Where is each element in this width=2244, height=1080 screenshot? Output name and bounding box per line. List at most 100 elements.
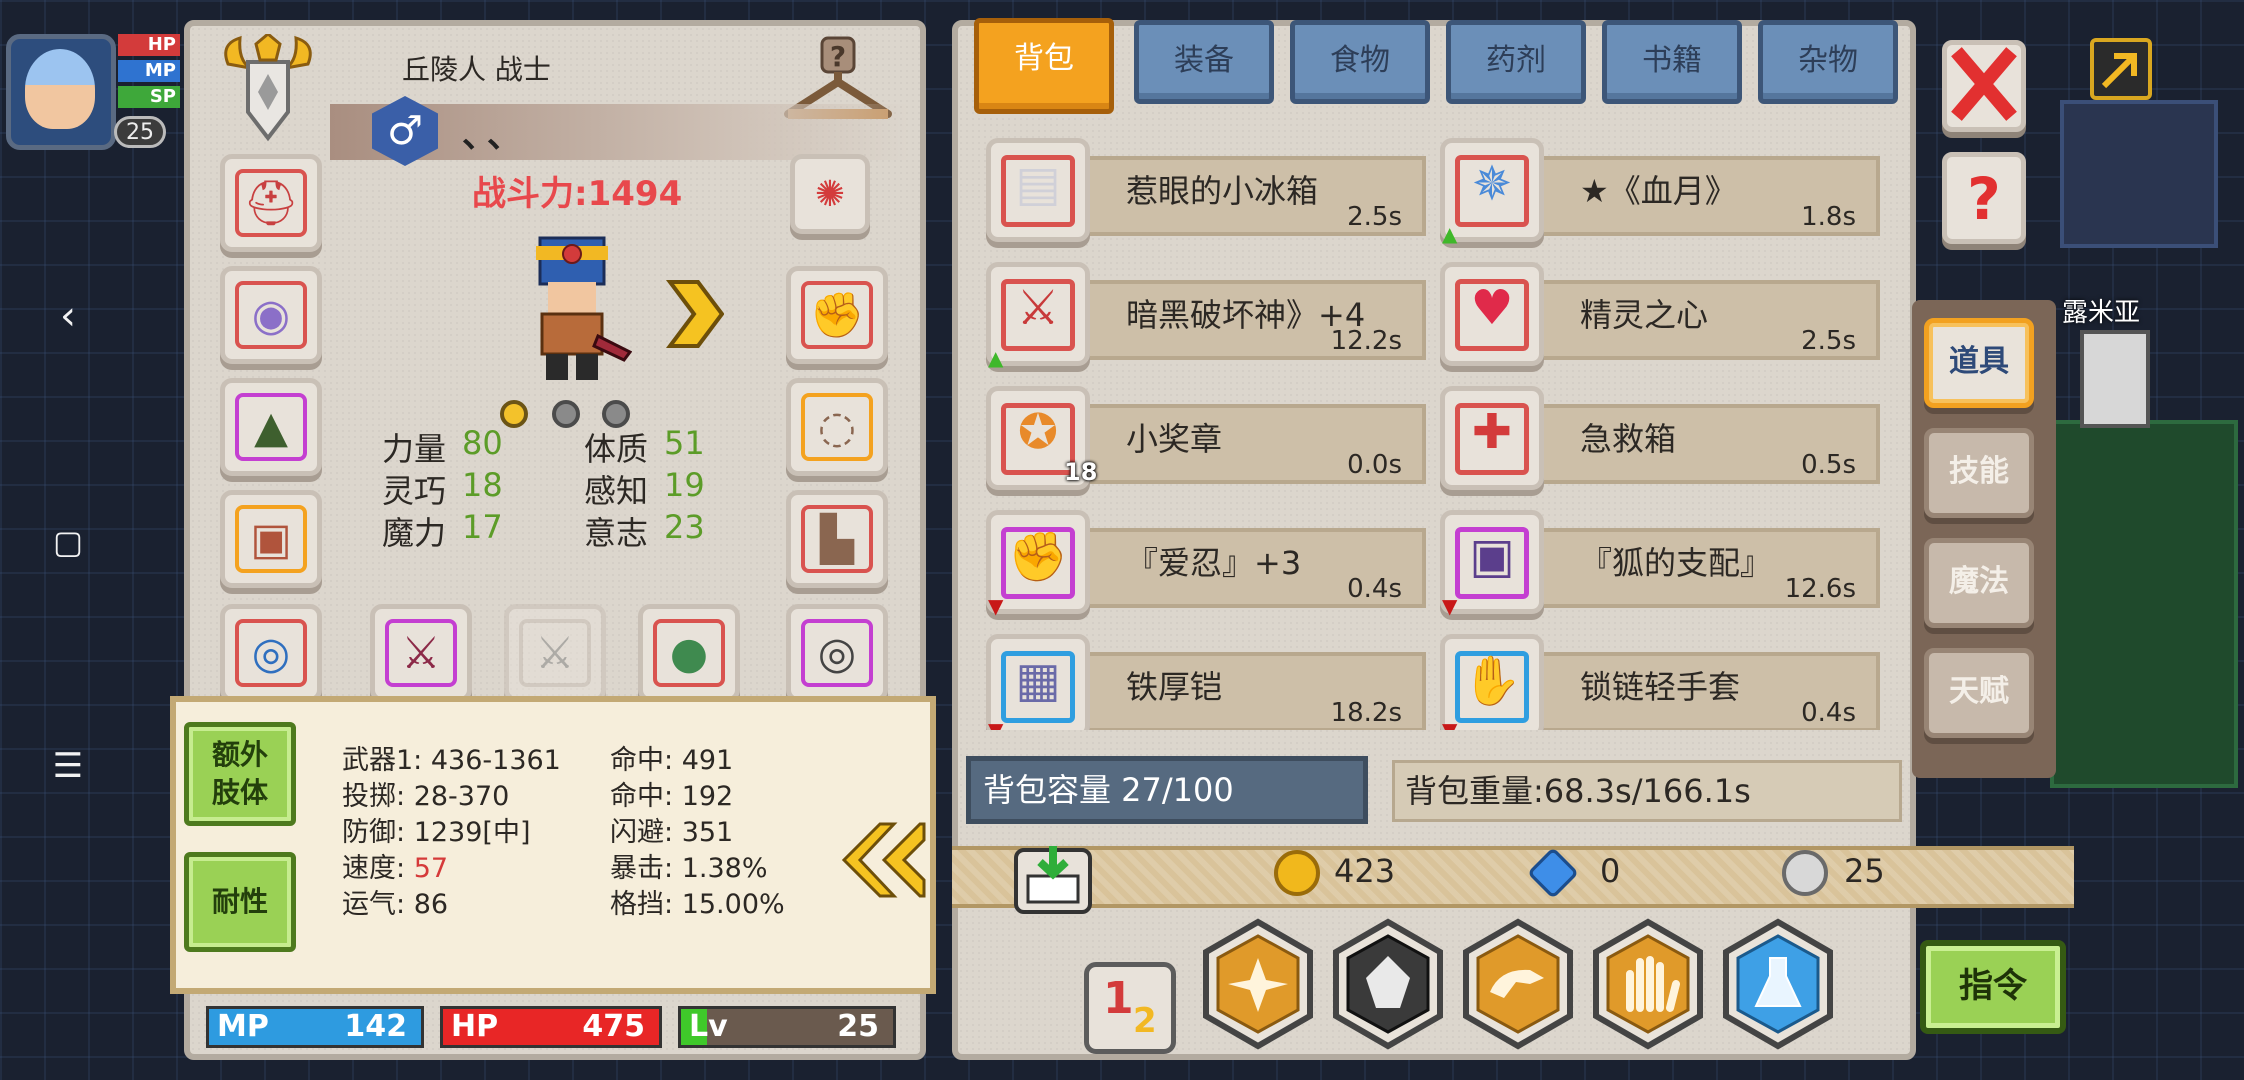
sword-icon: ⚔ (401, 627, 441, 679)
red-seal-icon: ✺ (814, 173, 846, 215)
bag-capacity: 背包容量 27/100 (966, 756, 1368, 824)
detail-label: 暴击: (610, 853, 674, 884)
equip-slot-gloves[interactable]: ✊ (786, 266, 888, 364)
item-name: 精灵之心 (1580, 296, 1709, 334)
storage-chest-icon[interactable] (1010, 842, 1096, 916)
menu-nav-icon[interactable]: ☰ (48, 746, 88, 786)
detail-value: 192 (681, 781, 734, 812)
equip-slot-cloak[interactable]: ▲ (220, 378, 322, 476)
item-time: 12.2s (1330, 326, 1402, 356)
detail-value-speed: 57 (413, 853, 449, 884)
player-portrait[interactable] (6, 34, 116, 150)
tab-equipment[interactable]: 装备 (1134, 20, 1274, 104)
downgrade-arrow-icon: ▼ (1442, 594, 1458, 618)
hp-bar: HP 475 (440, 1006, 662, 1048)
armor-skill-icon[interactable] (1330, 918, 1446, 1050)
hotbar-one-icon: 1 (1103, 973, 1134, 1024)
attr-constitution-value: 51 (664, 424, 705, 462)
item-time: 0.4s (1801, 698, 1856, 728)
equip-slot-belt[interactable]: ◌ (786, 378, 888, 476)
inventory-item[interactable]: ✪ 18 小奖章 0.0s (986, 386, 1426, 490)
tab-misc[interactable]: 杂物 (1758, 20, 1898, 104)
expand-arrow-icon (2101, 53, 2137, 89)
side-tab-talents[interactable]: 天赋 (1924, 648, 2034, 738)
mp-bar: MP 142 (206, 1006, 424, 1048)
item-time: 2.5s (1801, 326, 1856, 356)
detail-label: 格挡: (610, 889, 674, 920)
hp-bar-value: 475 (582, 1009, 645, 1044)
equip-slot-helmet[interactable]: ⛑ (220, 154, 322, 252)
home-nav-icon[interactable]: ▢ (48, 522, 88, 562)
item-name: 急救箱 (1580, 420, 1677, 458)
back-nav-icon[interactable]: ‹ (48, 296, 88, 336)
side-tab-items[interactable]: 道具 (1924, 318, 2034, 408)
boots-icon: ▙ (820, 513, 854, 565)
detail-label: 运气: (342, 889, 406, 920)
attr-will-label: 意志 (584, 514, 649, 552)
inventory-item[interactable]: ✊ ▼ 『爱忍』+3 0.4s (986, 510, 1426, 618)
inventory-item[interactable]: ⚔ ▲ 暗黑破坏神》+4 12.2s (986, 262, 1426, 370)
detail-line: 速度: 57 (342, 846, 448, 885)
next-arrow-icon[interactable] (664, 278, 724, 350)
equip-slot-emblem[interactable]: ✺ (790, 154, 870, 234)
inventory-item[interactable]: ✵ ▲ ★《血月》 1.8s (1440, 138, 1880, 246)
tab-books[interactable]: 书籍 (1602, 20, 1742, 104)
item-time: 0.4s (1347, 574, 1402, 604)
attr-magic-label: 魔力 (382, 514, 447, 552)
inventory-item[interactable]: ✚ 急救箱 0.5s (1440, 386, 1880, 490)
grab-skill-icon[interactable] (1460, 918, 1576, 1050)
tab-backpack[interactable]: 背包 (974, 18, 1114, 114)
inventory-item[interactable]: ▦ ▼ 铁厚铠 18.2s (986, 634, 1426, 730)
tab-food[interactable]: 食物 (1290, 20, 1430, 104)
equip-slot-amulet[interactable]: ◉ (220, 266, 322, 364)
page-dot[interactable] (552, 400, 580, 428)
page-dot-active[interactable] (500, 400, 528, 428)
close-button[interactable] (1942, 40, 2026, 132)
guild-emblem-icon (224, 34, 312, 142)
attr-strength-label: 力量 (382, 430, 447, 468)
command-button[interactable]: 指令 (1920, 940, 2066, 1034)
equip-slot-ring-right[interactable]: ◎ (786, 604, 888, 702)
bag-weight: 背包重量:68.3s/166.1s (1392, 760, 1902, 822)
inventory-item[interactable]: ✋ ▼ 锁链轻手套 0.4s (1440, 634, 1880, 730)
detail-label: 防御: (342, 817, 406, 848)
equip-slot-weapon-main[interactable]: ⚔ (370, 604, 472, 702)
gauntlet-icon: ✊ (1008, 528, 1068, 585)
side-tab-skills[interactable]: 技能 (1924, 428, 2034, 518)
minimap-toggle-button[interactable] (2090, 38, 2152, 100)
shuriken-skill-icon[interactable] (1200, 918, 1316, 1050)
double-chevron-left-icon[interactable] (836, 820, 926, 900)
inventory-item[interactable]: ▤ 惹眼的小冰箱 2.5s (986, 138, 1426, 242)
detail-line: 运气: 86 (342, 882, 448, 921)
helmet-icon: ⛑ (243, 178, 299, 229)
detail-label: 闪避: (610, 817, 674, 848)
hp-mini-bar: HP (118, 34, 180, 56)
inventory-item[interactable]: ♥ 精灵之心 2.5s (1440, 262, 1880, 366)
plate-armor-icon: ▦ (1015, 652, 1061, 708)
detail-line: 投掷: 28-370 (342, 774, 509, 813)
equip-slot-weapon-offhand[interactable]: ⚔ (504, 604, 606, 702)
help-button[interactable]: ? (1942, 152, 2026, 244)
resistance-button[interactable]: 耐性 (184, 852, 296, 952)
svg-text:?: ? (1967, 165, 2001, 233)
extra-limbs-button[interactable]: 额外 肢体 (184, 722, 296, 826)
map-forest (2050, 420, 2238, 788)
detail-value: 15.00% (681, 889, 785, 920)
equip-slot-boots[interactable]: ▙ (786, 490, 888, 588)
side-tab-magic[interactable]: 魔法 (1924, 538, 2034, 628)
detail-line: 命中: 491 (610, 738, 733, 777)
hotbar-swap-button[interactable]: 1 2 (1084, 962, 1176, 1054)
inventory-item[interactable]: ▣ ▼ 『狐的支配』 12.6s (1440, 510, 1880, 618)
item-time: 2.5s (1347, 202, 1402, 232)
armor-icon: ▣ (1469, 528, 1515, 584)
attr-perception-label: 感知 (584, 472, 649, 510)
item-name: 小奖章 (1126, 420, 1223, 458)
equip-slot-trinket[interactable]: ● (638, 604, 740, 702)
item-time: 1.8s (1801, 202, 1856, 232)
tab-potions[interactable]: 药剂 (1446, 20, 1586, 104)
downgrade-arrow-icon: ▼ (1442, 718, 1458, 730)
hand-skill-icon[interactable] (1590, 918, 1706, 1050)
potion-skill-icon[interactable] (1720, 918, 1836, 1050)
equip-slot-armor[interactable]: ▣ (220, 490, 322, 588)
equip-slot-ring-left[interactable]: ◎ (220, 604, 322, 702)
